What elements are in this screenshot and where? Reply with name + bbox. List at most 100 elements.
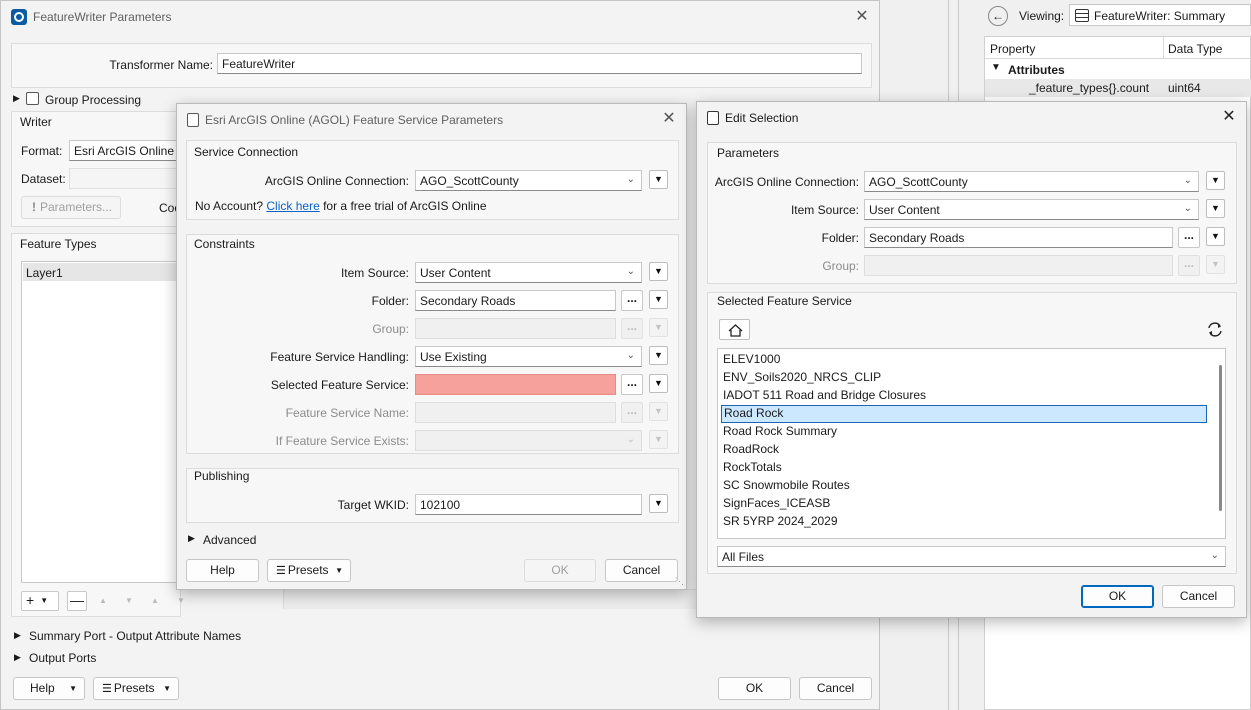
agol-parameters-window: Esri ArcGIS Online (AGOL) Feature Servic… (176, 103, 687, 590)
writer-parameters-button[interactable]: ! Parameters... (21, 196, 121, 219)
warning-icon: ! (32, 200, 36, 214)
fme-app-icon (11, 9, 27, 25)
table-row[interactable]: _feature_types{}.count uint64 (985, 79, 1251, 97)
home-icon (728, 324, 743, 337)
move-top-button[interactable]: ▲ (145, 591, 165, 611)
feature-service-list[interactable]: ELEV1000 ENV_Soils2020_NRCS_CLIP IADOT 511… (717, 348, 1226, 539)
feature-types-title: Feature Types (20, 237, 97, 251)
agol-help-button[interactable]: Help (186, 559, 259, 582)
summary-port-label[interactable]: Summary Port - Output Attribute Names (29, 629, 241, 643)
fw-ok-button[interactable]: OK (718, 677, 791, 700)
fw-titlebar: FeatureWriter Parameters (1, 1, 879, 33)
edit-conn-menu-button[interactable]: ▼ (1206, 171, 1225, 190)
agol-presets-button[interactable]: ☰ Presets ▼ (267, 559, 351, 582)
agol-folder-input[interactable]: Secondary Roads (415, 290, 616, 311)
group-processing-label: Group Processing (45, 93, 142, 107)
back-button[interactable]: ← (988, 6, 1008, 26)
list-item[interactable]: SignFaces_ICEASB (721, 495, 1201, 513)
list-item[interactable]: IADOT 511 Road and Bridge Closures (721, 387, 1201, 405)
list-item[interactable]: Road Rock Summary (721, 423, 1201, 441)
expand-group-processing-icon[interactable]: ▶ (13, 93, 20, 104)
expand-advanced-icon[interactable]: ▶ (188, 533, 195, 544)
move-up-button[interactable]: ▲ (93, 591, 113, 611)
agol-fs-handling-select[interactable]: Use Existing ⌄ (415, 346, 642, 367)
transformer-name-input[interactable]: FeatureWriter (217, 53, 862, 74)
list-item[interactable]: SC Snowmobile Routes (721, 477, 1201, 495)
list-item[interactable]: RockTotals (721, 459, 1201, 477)
table-header: Property Data Type (985, 37, 1251, 59)
list-item[interactable]: ENV_Soils2020_NRCS_CLIP (721, 369, 1201, 387)
edit-folder-browse-button[interactable]: ... (1178, 227, 1200, 248)
feature-types-list[interactable] (21, 261, 181, 583)
agol-fs-name-browse-button: ... (621, 402, 643, 423)
file-filter-select[interactable]: All Files ⌄ (717, 546, 1226, 567)
add-feature-type-button[interactable]: + ▼ (21, 591, 59, 611)
edit-title: Edit Selection (725, 111, 799, 125)
edit-group-input (864, 255, 1173, 276)
edit-cancel-button[interactable]: Cancel (1162, 585, 1235, 608)
agol-item-source-select[interactable]: User Content ⌄ (415, 262, 642, 283)
edit-selection-window: Edit Selection ✕ Parameters ArcGIS Onlin… (696, 101, 1247, 618)
expand-summary-port-icon[interactable]: ▶ (14, 630, 21, 641)
fw-presets-button[interactable]: ☰ Presets ▼ (93, 677, 179, 700)
group-processing-checkbox[interactable] (26, 92, 39, 105)
col-property[interactable]: Property (990, 42, 1035, 56)
agol-group-browse-button: ... (621, 318, 643, 339)
expand-attributes-icon[interactable]: ▼ (991, 62, 1001, 73)
edit-item-source-select[interactable]: User Content ⌄ (864, 199, 1199, 220)
agol-fs-exists-label: If Feature Service Exists: (275, 434, 409, 448)
dataset-input[interactable] (69, 168, 181, 189)
agol-fs-name-menu-button: ▼ (649, 402, 668, 421)
edit-titlebar: Edit Selection (697, 102, 1246, 134)
edit-item-source-menu-button[interactable]: ▼ (1206, 199, 1225, 218)
list-item[interactable]: RoadRock (721, 441, 1201, 459)
fw-cancel-button[interactable]: Cancel (799, 677, 872, 700)
transformer-name-label: Transformer Name: (109, 58, 213, 72)
agol-close-icon[interactable]: ✕ (662, 111, 676, 127)
agol-folder-menu-button[interactable]: ▼ (649, 290, 668, 309)
agol-selected-fs-input[interactable] (415, 374, 616, 395)
list-item[interactable]: ELEV1000 (721, 351, 1201, 369)
agol-selected-fs-menu-button[interactable]: ▼ (649, 374, 668, 393)
viewing-select[interactable]: FeatureWriter: Summary (1069, 4, 1251, 26)
refresh-button[interactable] (1204, 319, 1226, 340)
agol-conn-select[interactable]: AGO_ScottCounty ⌄ (415, 170, 642, 191)
edit-ok-button[interactable]: OK (1081, 585, 1154, 608)
list-item[interactable]: Road Rock (721, 405, 1207, 423)
agol-cancel-button[interactable]: Cancel (605, 559, 678, 582)
agol-conn-menu-button[interactable]: ▼ (649, 170, 668, 189)
output-ports-label[interactable]: Output Ports (29, 651, 96, 665)
move-bottom-button[interactable]: ▼ (171, 591, 191, 611)
agol-wkid-input[interactable]: 102100 (415, 494, 642, 515)
viewing-value: FeatureWriter: Summary (1094, 9, 1226, 23)
fw-help-button[interactable]: Help ▼ (13, 677, 85, 700)
agol-folder-browse-button[interactable]: ... (621, 290, 643, 311)
edit-group-browse-button: ... (1178, 255, 1200, 276)
edit-conn-select[interactable]: AGO_ScottCounty ⌄ (864, 171, 1199, 192)
list-scrollbar[interactable] (1219, 365, 1222, 511)
edit-folder-menu-button[interactable]: ▼ (1206, 227, 1225, 246)
agol-fs-name-input (415, 402, 616, 423)
col-datatype[interactable]: Data Type (1168, 42, 1222, 56)
agol-ok-button[interactable]: OK (524, 559, 596, 582)
agol-item-source-menu-button[interactable]: ▼ (649, 262, 668, 281)
list-item[interactable]: Layer1 (23, 263, 181, 281)
list-item[interactable]: SR 5YRP 2024_2029 (721, 513, 1201, 531)
home-button[interactable] (719, 319, 750, 340)
expand-output-ports-icon[interactable]: ▶ (14, 652, 21, 663)
edit-parameters-title: Parameters (717, 146, 780, 160)
fw-close-icon[interactable]: ✕ (855, 9, 869, 25)
edit-folder-input[interactable]: Secondary Roads (864, 227, 1173, 248)
advanced-label[interactable]: Advanced (203, 533, 256, 547)
format-input[interactable]: Esri ArcGIS Online ( (69, 140, 181, 161)
agol-wkid-menu-button[interactable]: ▼ (649, 494, 668, 513)
move-down-button[interactable]: ▼ (119, 591, 139, 611)
agol-fs-handling-menu-button[interactable]: ▼ (649, 346, 668, 365)
table-icon (1075, 9, 1089, 22)
click-here-link[interactable]: Click here (266, 199, 319, 213)
resize-grip-icon[interactable]: ⋱ (675, 576, 684, 587)
agol-selected-fs-browse-button[interactable]: ... (621, 374, 643, 395)
remove-feature-type-button[interactable]: — (67, 591, 87, 611)
edit-close-icon[interactable]: ✕ (1222, 109, 1236, 125)
edit-group-menu-button: ▼ (1206, 255, 1225, 274)
